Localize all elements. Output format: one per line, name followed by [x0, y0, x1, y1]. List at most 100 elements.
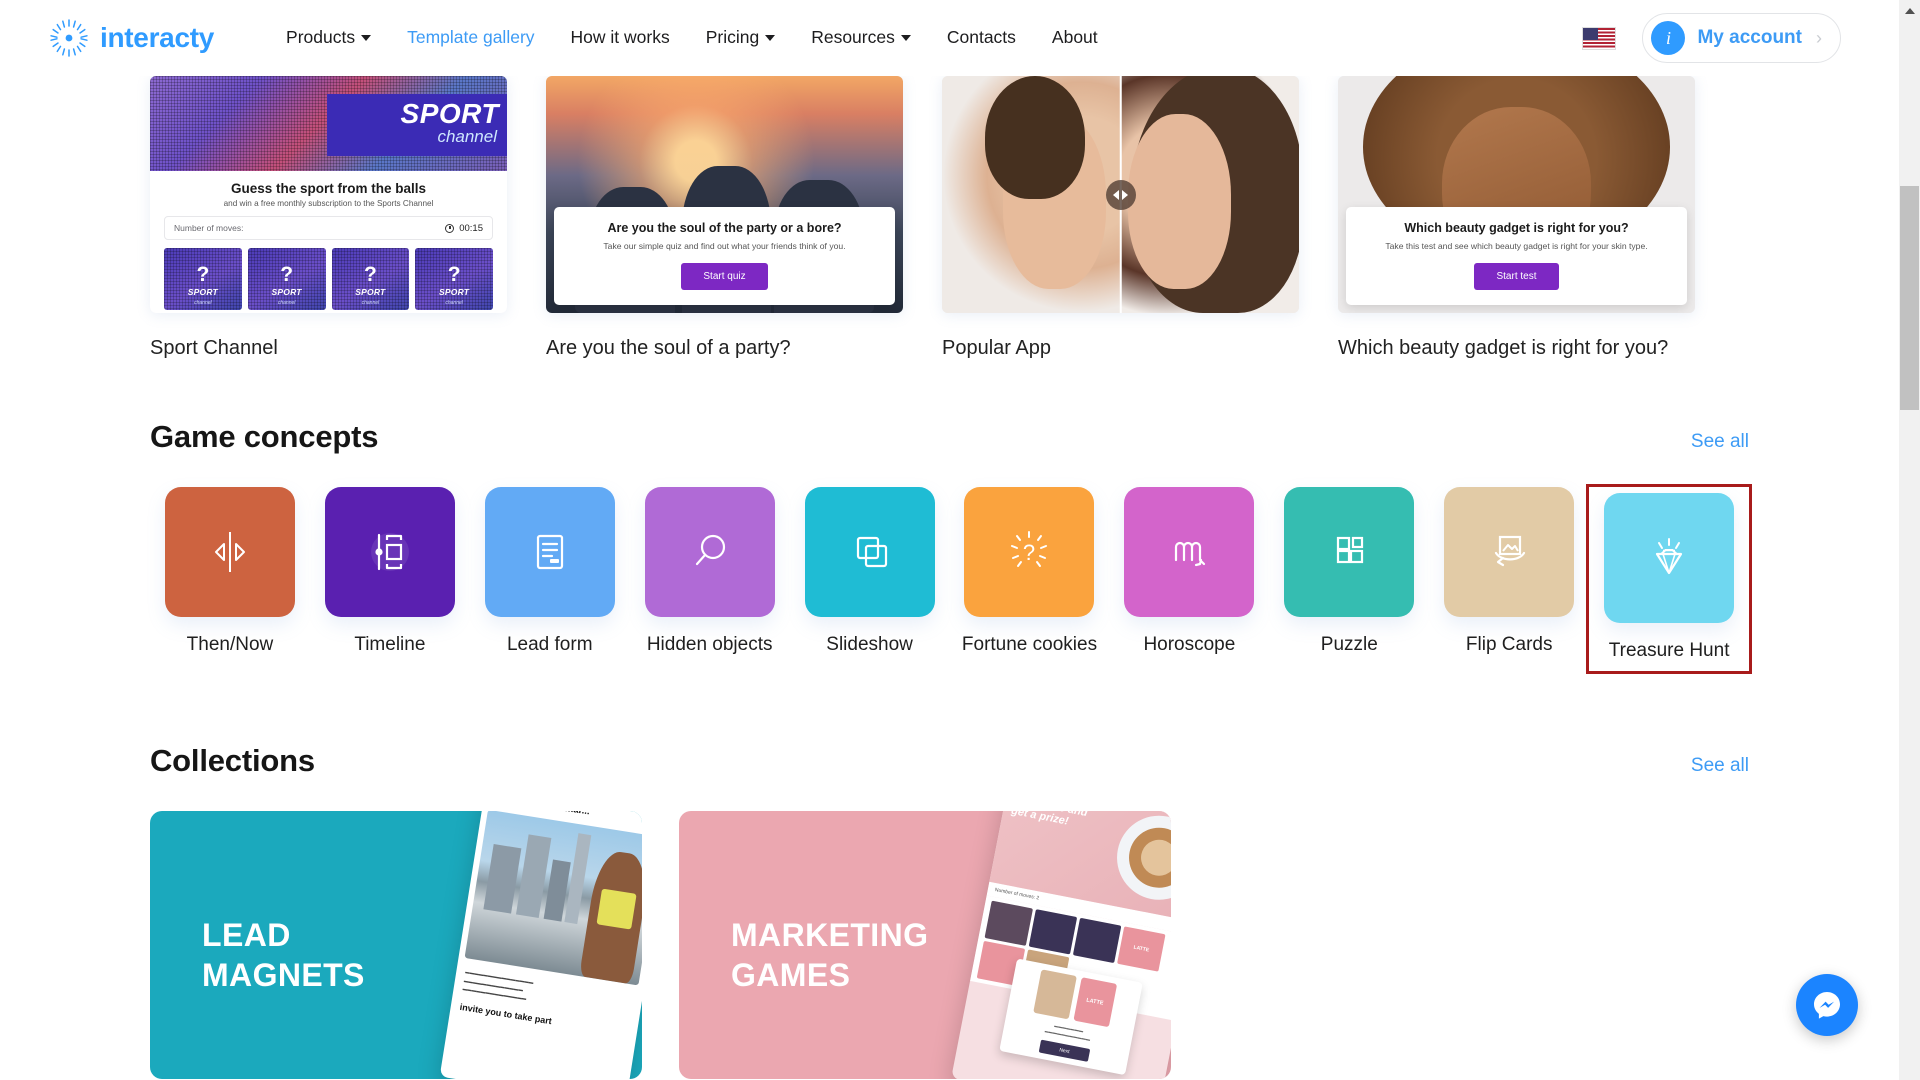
tile-badge-main: SPORT — [355, 287, 386, 297]
chevron-down-icon — [765, 35, 776, 41]
document-form-icon — [536, 534, 563, 570]
sunburst-circle-icon — [48, 17, 90, 59]
page-scrollbar[interactable] — [1899, 0, 1920, 1080]
template-preview: Are you the soul of the party or a bore?… — [546, 76, 903, 313]
timer: 00:15 — [445, 223, 483, 234]
preview-tag: LATTE — [1072, 976, 1117, 1027]
concept-tile — [804, 487, 935, 617]
tile-badge: SPORT channel — [248, 282, 326, 306]
main-nav: Products Template gallery How it works P… — [286, 29, 1098, 47]
template-card-beauty-gadget[interactable]: Which beauty gadget is right for you? Ta… — [1338, 76, 1695, 361]
concept-flip-cards[interactable]: Flip Cards — [1429, 487, 1589, 671]
template-card-popular-app[interactable]: Popular App — [942, 76, 1299, 361]
scroll-up-arrow[interactable] — [1899, 0, 1920, 21]
memory-tile[interactable]: ? SPORT channel — [247, 248, 326, 310]
template-card-soul-of-party[interactable]: Are you the soul of the party or a bore?… — [546, 76, 903, 361]
chevron-down-icon — [361, 35, 372, 41]
see-all-collections[interactable]: See all — [1691, 755, 1749, 777]
nav-item-how-it-works[interactable]: How it works — [571, 29, 670, 47]
nav-item-template-gallery[interactable]: Template gallery — [407, 29, 534, 47]
concept-timeline[interactable]: Timeline — [310, 487, 470, 671]
concept-tile — [324, 487, 455, 617]
concept-label: Lead form — [506, 634, 593, 655]
nav-item-resources[interactable]: Resources — [811, 29, 911, 47]
concept-label: Hidden objects — [646, 634, 773, 655]
concept-hidden-objects[interactable]: Hidden objects — [630, 487, 790, 671]
clock-icon — [445, 223, 455, 233]
scrollbar-thumb[interactable] — [1900, 186, 1919, 410]
concept-tile — [644, 487, 775, 617]
concept-tile — [484, 487, 615, 617]
preview-inner-title: Find pairs and get a prize! — [1010, 810, 1089, 828]
sport-body: Guess the sport from the balls and win a… — [150, 171, 507, 313]
concept-puzzle[interactable]: Puzzle — [1269, 487, 1429, 671]
us-flag-icon[interactable] — [1582, 26, 1617, 50]
tile-badge: SPORT channel — [332, 282, 410, 306]
nav-item-pricing[interactable]: Pricing — [706, 29, 776, 47]
template-title: Are you the soul of a party? — [546, 337, 791, 359]
template-title: Sport Channel — [150, 337, 278, 359]
flip-image-icon — [1495, 535, 1526, 567]
concept-label: Flip Cards — [1465, 634, 1553, 655]
nav-item-products[interactable]: Products — [286, 27, 372, 48]
memory-tile[interactable]: ? SPORT channel — [415, 248, 493, 310]
game-concepts-list: Then/Now Timeline Lead form Hidden objec… — [0, 484, 1899, 674]
slider-drag-handle[interactable] — [1105, 179, 1136, 210]
start-quiz-button[interactable]: Start quiz — [681, 263, 768, 290]
template-cards-row: SPORT channel Guess the sport from the b… — [0, 76, 1899, 361]
collection-preview-card: Summer fitness mar... ▬▬▬▬▬▬▬▬▬▬▬▬▬▬▬▬▬▬… — [439, 810, 642, 1079]
preview-tag: LATTE — [1117, 925, 1166, 972]
scorpio-zodiac-icon — [1175, 541, 1206, 567]
logo[interactable]: interacty — [48, 17, 214, 59]
page-root: interacty Products Template gallery How … — [0, 0, 1920, 1080]
template-preview: Which beauty gadget is right for you? Ta… — [1338, 76, 1695, 313]
collection-card-marketing-games[interactable]: MARKETING GAMES MEMORY GAME Find pairs a… — [679, 810, 1171, 1079]
start-test-button[interactable]: Start test — [1474, 263, 1559, 290]
timer-value: 00:15 — [459, 222, 483, 234]
nav-label: Products — [286, 27, 356, 48]
concept-tile — [1604, 493, 1735, 623]
tile-badge: SPORT channel — [415, 282, 493, 306]
concept-label: Timeline — [354, 634, 426, 655]
timeline-icon — [370, 533, 409, 571]
stacked-cards-icon — [856, 536, 887, 568]
concept-lead-form[interactable]: Lead form — [470, 487, 630, 671]
template-card-sport-channel[interactable]: SPORT channel Guess the sport from the b… — [150, 76, 507, 361]
template-title: Which beauty gadget is right for you? — [1338, 337, 1669, 359]
site-header: interacty Products Template gallery How … — [0, 0, 1899, 76]
collections-header: Collections See all — [0, 743, 1899, 779]
concept-slideshow[interactable]: Slideshow — [790, 487, 950, 671]
nav-label: About — [1051, 27, 1098, 48]
after-half — [1120, 76, 1299, 313]
preview-subhead: Take our simple quiz and find out what y… — [603, 241, 846, 251]
concept-horoscope[interactable]: Horoscope — [1109, 487, 1269, 671]
concept-then-now[interactable]: Then/Now — [150, 487, 310, 671]
concept-tile — [164, 487, 295, 617]
nav-label: Resources — [811, 27, 895, 48]
preview-headline: Are you the soul of the party or a bore? — [607, 221, 842, 235]
concept-fortune-cookies[interactable]: ? Fortune cookies — [950, 487, 1110, 671]
my-account-button[interactable]: i My account › — [1642, 13, 1841, 63]
tile-badge-main: SPORT — [187, 287, 218, 297]
see-all-game-concepts[interactable]: See all — [1691, 431, 1749, 453]
concept-treasure-hunt[interactable]: Treasure Hunt — [1586, 484, 1753, 674]
section-title: Collections — [150, 742, 315, 778]
collection-card-lead-magnets[interactable]: LEAD MAGNETS Summer fitness mar... — [150, 810, 642, 1079]
concept-label: Then/Now — [186, 634, 274, 655]
preview-overlay-card: Which beauty gadget is right for you? Ta… — [1346, 207, 1687, 305]
preview-headline: Guess the sport from the balls — [230, 181, 427, 196]
nav-item-about[interactable]: About — [1052, 29, 1098, 47]
concept-tile — [1124, 487, 1255, 617]
messenger-chat-button[interactable] — [1796, 974, 1858, 1036]
nav-label: Template gallery — [407, 27, 535, 48]
tile-badge-main: SPORT — [439, 287, 470, 297]
preview-next-button[interactable]: Next — [1038, 1039, 1091, 1062]
main-content: SPORT channel Guess the sport from the b… — [0, 76, 1899, 1079]
tile-badge-sub: channel — [445, 300, 463, 306]
memory-tile[interactable]: ? SPORT channel — [164, 248, 242, 310]
section-title: Game concepts — [150, 419, 379, 454]
template-title: Popular App — [942, 337, 1051, 359]
memory-tile[interactable]: ? SPORT channel — [331, 248, 410, 310]
nav-item-contacts[interactable]: Contacts — [947, 29, 1016, 47]
logo-text: interacty — [100, 22, 215, 53]
